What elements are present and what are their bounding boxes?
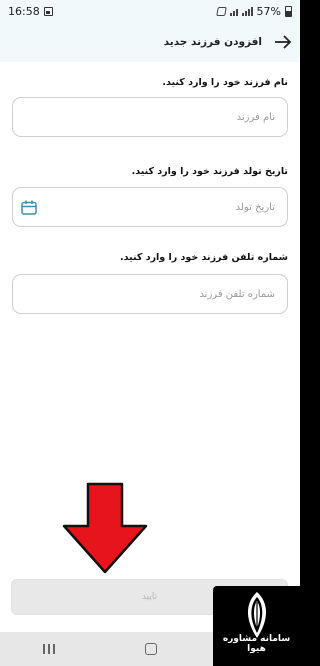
- confirm-button-label: تایید: [141, 592, 158, 602]
- arrow-right-icon[interactable]: [272, 31, 294, 53]
- birthdate-field[interactable]: تاریخ تولد: [12, 187, 288, 227]
- child-name-field[interactable]: نام فرزند: [12, 97, 288, 137]
- birthdate-label: تاریخ تولد فرزند خود را وارد کنید.: [131, 166, 288, 177]
- watermark-logo: سامانه مشاوره هیوا: [213, 586, 300, 666]
- child-name-label: نام فرزند خود را وارد کنید.: [162, 77, 288, 88]
- feather-emblem-icon: [247, 592, 267, 638]
- calendar-icon[interactable]: [21, 200, 37, 215]
- page-title: افزودن فرزند جدید: [163, 36, 262, 48]
- birthdate-placeholder: تاریخ تولد: [235, 201, 275, 213]
- home-icon[interactable]: [145, 643, 157, 655]
- signal-icon: [241, 6, 253, 16]
- watermark-text: سامانه مشاوره هیوا: [222, 634, 291, 654]
- phone-field[interactable]: شماره تلفن فرزند: [12, 274, 288, 314]
- status-time: 16:58: [8, 4, 40, 18]
- red-arrow-pointer-icon: [62, 482, 148, 574]
- battery-icon: [285, 5, 292, 17]
- gallery-icon: [43, 6, 53, 16]
- battery-percent: 57%: [256, 4, 281, 18]
- child-name-placeholder: نام فرزند: [236, 111, 275, 123]
- phone-label: شماره تلفن فرزند خود را وارد کنید.: [120, 252, 288, 263]
- wifi-calling-icon: [229, 7, 238, 16]
- app-header: افزودن فرزند جدید: [0, 22, 300, 62]
- app-screen: 16:58 57% افزودن فرزند جدید نام فرزند خو…: [0, 0, 300, 666]
- phone-placeholder: شماره تلفن فرزند: [199, 288, 275, 300]
- status-bar: 16:58 57%: [0, 0, 300, 22]
- mute-icon: [215, 6, 227, 16]
- recents-icon[interactable]: [43, 644, 55, 654]
